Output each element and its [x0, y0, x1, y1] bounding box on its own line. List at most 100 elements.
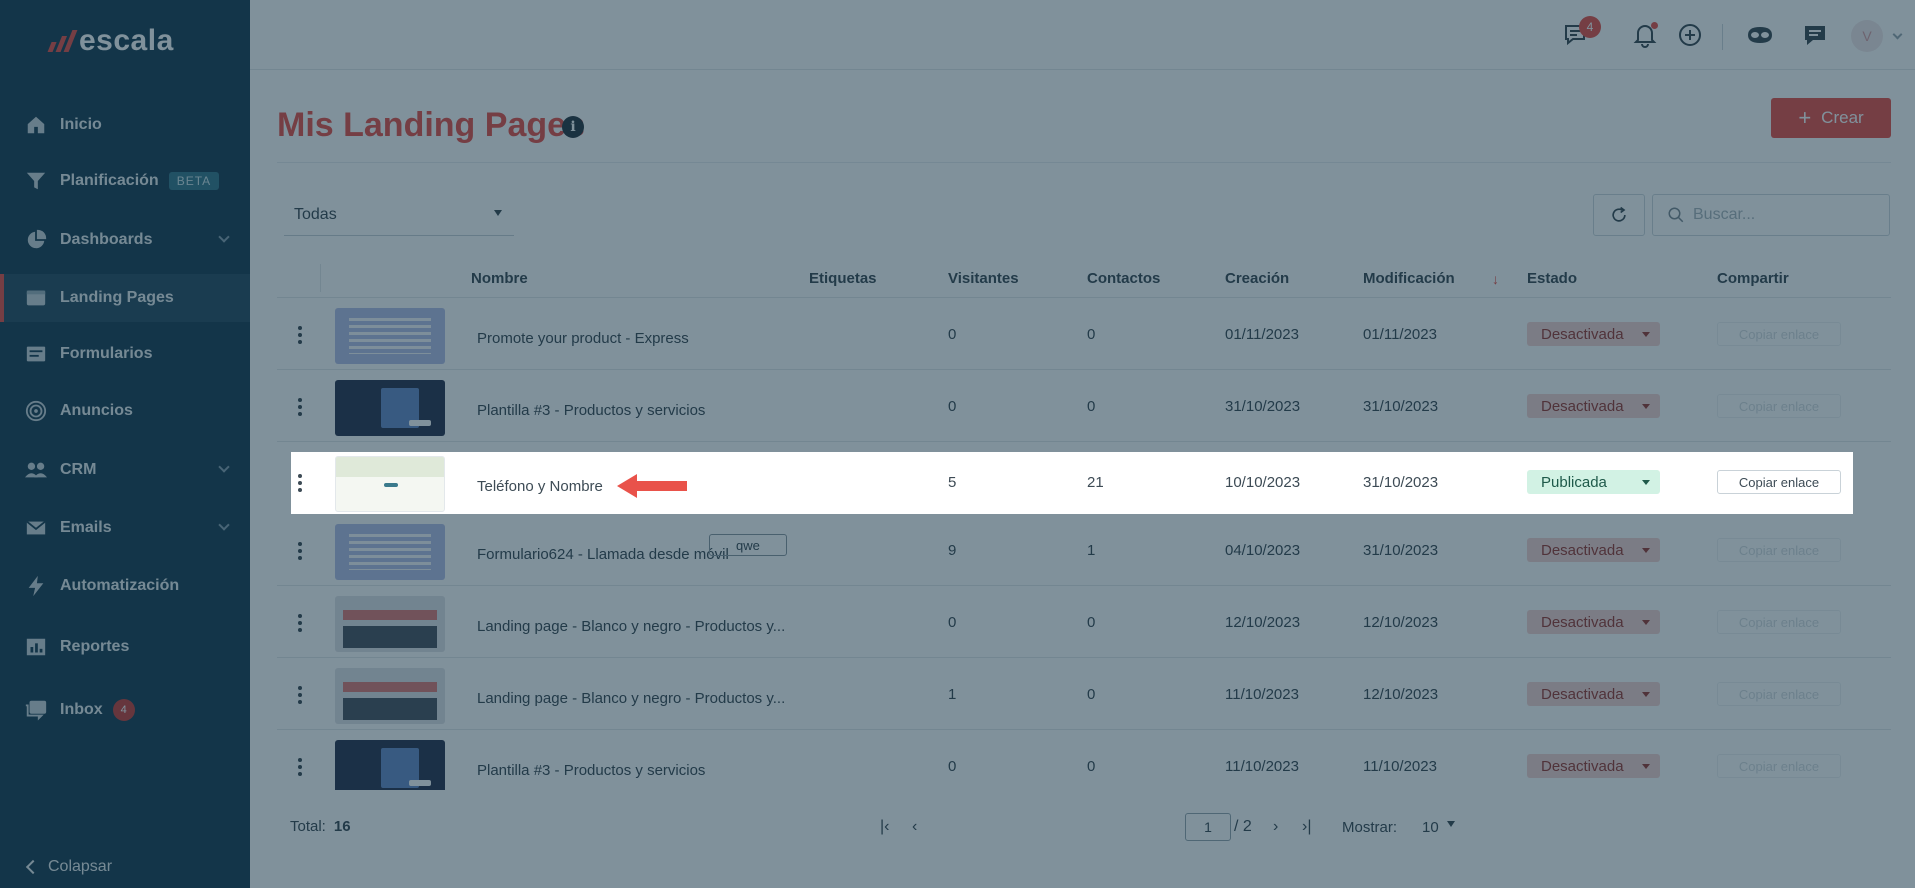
prev-page-icon[interactable]: ‹	[912, 818, 917, 836]
col-header-modificacion[interactable]: Modificación	[1363, 270, 1455, 287]
chevron-left-icon	[25, 859, 41, 875]
page-number-input[interactable]: 1	[1185, 813, 1231, 841]
row-contacts: 0	[1087, 614, 1096, 631]
landing-thumbnail[interactable]	[335, 740, 445, 790]
row-name[interactable]: Teléfono y Nombre	[477, 478, 603, 495]
sidebar-item-label: Automatización	[60, 577, 180, 594]
total-label: Total:	[290, 818, 326, 835]
next-page-icon[interactable]: ›	[1273, 818, 1278, 836]
search-input[interactable]	[1693, 206, 1873, 224]
row-actions-kebab-icon[interactable]	[298, 326, 302, 344]
row-modified-date: 01/11/2023	[1363, 326, 1437, 343]
sidebar-item-crm[interactable]: CRM	[0, 446, 250, 494]
copy-link-button[interactable]: Copiar enlace	[1717, 610, 1841, 634]
status-dropdown[interactable]: Desactivada	[1527, 322, 1660, 346]
sidebar-item-anuncios[interactable]: Anuncios	[0, 387, 250, 435]
row-actions-kebab-icon[interactable]	[298, 686, 302, 704]
row-created-date: 12/10/2023	[1225, 614, 1301, 631]
sidebar-item-dashboards[interactable]: Dashboards	[0, 216, 250, 264]
row-visitors: 5	[948, 474, 957, 491]
status-dropdown[interactable]: Desactivada	[1527, 538, 1660, 562]
row-name[interactable]: Plantilla #3 - Productos y servicios	[477, 762, 705, 779]
filter-value: Todas	[294, 206, 337, 223]
status-filter-select[interactable]: Todas	[284, 196, 514, 236]
col-header-etiquetas[interactable]: Etiquetas	[809, 270, 877, 287]
row-actions-kebab-icon[interactable]	[298, 614, 302, 632]
row-created-date: 11/10/2023	[1225, 686, 1299, 703]
col-header-visitantes[interactable]: Visitantes	[948, 270, 1019, 287]
sidebar-item-inbox[interactable]: Inbox 4	[0, 686, 250, 734]
sidebar-item-automatizacion[interactable]: Automatización	[0, 562, 250, 610]
sidebar-item-emails[interactable]: Emails	[0, 504, 250, 552]
sidebar-item-reportes[interactable]: Reportes	[0, 623, 250, 671]
sort-down-arrow-icon[interactable]: ↓	[1492, 271, 1499, 287]
landing-thumbnail[interactable]	[335, 380, 445, 436]
landing-thumbnail[interactable]	[335, 308, 445, 364]
status-label: Desactivada	[1541, 685, 1624, 703]
status-dropdown[interactable]: Desactivada	[1527, 394, 1660, 418]
caret-down-icon[interactable]	[1447, 821, 1455, 827]
chevron-down-icon[interactable]	[1892, 29, 1903, 40]
highlighted-table-row[interactable]: Teléfono y Nombre 5 21 10/10/2023 31/10/2023…	[291, 452, 1853, 514]
row-name[interactable]: Landing page - Blanco y negro - Producto…	[477, 690, 785, 707]
incognito-mask-icon[interactable]	[1745, 20, 1775, 50]
main-content: 4 V Mis Landing Pages i + Crear Todas Bu…	[250, 0, 1915, 888]
sidebar-item-inicio[interactable]: Inicio	[0, 101, 250, 149]
col-header-compartir[interactable]: Compartir	[1717, 270, 1789, 287]
landing-thumbnail[interactable]	[335, 456, 445, 512]
user-avatar[interactable]: V	[1851, 20, 1883, 52]
tag-chip[interactable]: qwe	[709, 534, 787, 556]
col-header-nombre[interactable]: Nombre	[471, 270, 528, 287]
status-label: Desactivada	[1541, 325, 1624, 343]
table-row[interactable]: Landing page - Blanco y negro - Producto…	[277, 586, 1891, 658]
copy-link-button[interactable]: Copiar enlace	[1717, 538, 1841, 562]
row-name[interactable]: Formulario624 - Llamada desde móvil	[477, 546, 729, 563]
col-header-estado[interactable]: Estado	[1527, 270, 1577, 287]
landing-thumbnail[interactable]	[335, 668, 445, 724]
col-header-contactos[interactable]: Contactos	[1087, 270, 1160, 287]
landing-thumbnail[interactable]	[335, 524, 445, 580]
status-dropdown[interactable]: Desactivada	[1527, 754, 1660, 778]
status-dropdown[interactable]: Desactivada	[1527, 610, 1660, 634]
first-page-icon[interactable]: |‹	[880, 818, 889, 836]
copy-link-button[interactable]: Copiar enlace	[1717, 394, 1841, 418]
copy-link-button[interactable]: Copiar enlace	[1717, 322, 1841, 346]
copy-link-button[interactable]: Copiar enlace	[1717, 754, 1841, 778]
row-actions-kebab-icon[interactable]	[298, 758, 302, 776]
row-actions-kebab-icon[interactable]	[298, 542, 302, 560]
status-dropdown[interactable]: Desactivada	[1527, 682, 1660, 706]
copy-link-button[interactable]: Copiar enlace	[1717, 470, 1841, 494]
chevron-down-icon	[218, 461, 230, 473]
table-row[interactable]: Plantilla #3 - Productos y servicios 0 0 11…	[277, 730, 1891, 790]
escala-logo[interactable]: escala	[47, 24, 174, 58]
row-name[interactable]: Promote your product - Express	[477, 330, 689, 347]
table-row[interactable]: Formulario624 - Llamada desde móvil 9 1 04/…	[277, 514, 1891, 586]
sidebar-item-landing-pages[interactable]: Landing Pages	[0, 274, 250, 322]
table-row[interactable]: Plantilla #3 - Productos y servicios 0 0 31…	[277, 370, 1891, 442]
last-page-icon[interactable]: ›|	[1302, 818, 1311, 836]
copy-link-button[interactable]: Copiar enlace	[1717, 682, 1841, 706]
row-actions-kebab-icon[interactable]	[298, 398, 302, 416]
sidebar-item-formularios[interactable]: Formularios	[0, 330, 250, 378]
support-chat-icon[interactable]	[1800, 20, 1830, 50]
row-name[interactable]: Landing page - Blanco y negro - Producto…	[477, 618, 785, 635]
chat-messages-icon[interactable]: 4	[1561, 16, 1601, 50]
row-actions-kebab-icon[interactable]	[298, 474, 302, 492]
table-row[interactable]: Landing page - Blanco y negro - Producto…	[277, 658, 1891, 730]
landing-thumbnail[interactable]	[335, 596, 445, 652]
notifications-bell-icon[interactable]	[1630, 20, 1660, 50]
refresh-button[interactable]	[1593, 194, 1645, 236]
status-label: Desactivada	[1541, 757, 1624, 775]
add-circle-icon[interactable]	[1675, 20, 1705, 50]
row-name[interactable]: Plantilla #3 - Productos y servicios	[477, 402, 705, 419]
lightning-icon	[24, 574, 48, 598]
page-size-select[interactable]: 10	[1422, 819, 1439, 836]
collapse-sidebar-button[interactable]: Colapsar	[25, 858, 112, 876]
status-dropdown[interactable]: Publicada	[1527, 470, 1660, 494]
col-header-creacion[interactable]: Creación	[1225, 270, 1289, 287]
table-row[interactable]: Promote your product - Express 0 0 01/11/20…	[277, 298, 1891, 370]
info-icon[interactable]: i	[562, 116, 584, 138]
search-box[interactable]	[1652, 194, 1890, 236]
sidebar-item-planificacion[interactable]: Planificación BETA	[0, 157, 250, 205]
create-button[interactable]: + Crear	[1771, 98, 1891, 138]
